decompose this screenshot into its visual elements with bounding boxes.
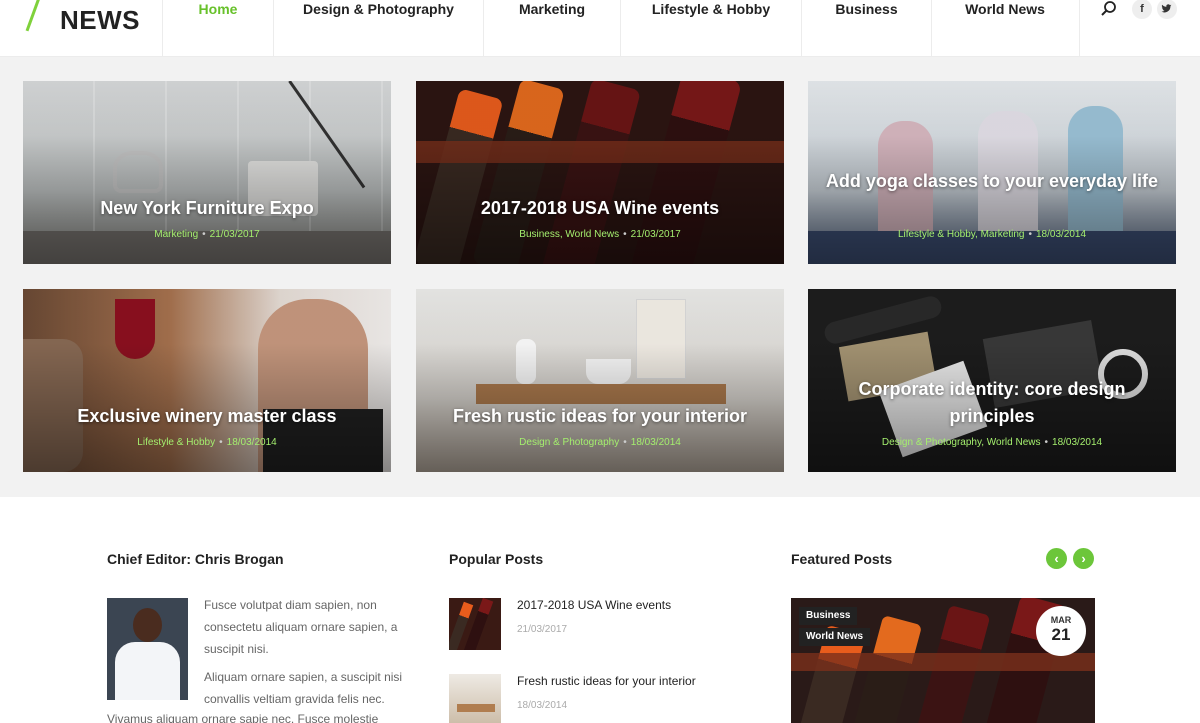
card-title[interactable]: Fresh rustic ideas for your interior [426,403,774,430]
card-date[interactable]: 18/03/2014 [1036,229,1086,240]
badge-day: 21 [1051,625,1071,644]
nav-item-lifestyle-hobby[interactable]: Lifestyle & Hobby [620,0,801,57]
nav-label: Business [835,1,898,17]
nav-item-home[interactable]: Home [162,0,273,57]
card-date[interactable]: 18/03/2014 [1052,437,1102,448]
meta-separator: • [219,437,223,448]
nav-label: Design & Photography [303,1,454,17]
card-categories[interactable]: Lifestyle & Hobby, Marketing [898,229,1025,240]
site-header: seven NEWS Home Design & Photography Mar… [0,0,1200,57]
prev-arrow-button[interactable]: ‹ [1046,548,1067,569]
card-date[interactable]: 18/03/2014 [631,437,681,448]
twitter-glyph [1161,4,1172,13]
popular-thumb-wine[interactable] [449,598,501,650]
popular-post-date[interactable]: 21/03/2017 [517,624,567,635]
meta-separator: • [623,229,627,240]
facebook-icon[interactable]: f [1132,0,1152,19]
card-meta: Design & Photography, World News • 18/03/2… [808,437,1176,449]
search-icon[interactable] [1100,0,1118,18]
avatar-shirt [115,642,180,700]
meta-separator: • [623,437,627,448]
logo-bottom-text: NEWS [60,5,140,35]
thumb-tray [457,704,495,712]
card-categories[interactable]: Marketing [154,229,198,240]
nav-label: Marketing [518,1,586,17]
card-categories[interactable]: Lifestyle & Hobby [137,437,215,448]
nav-label: Lifestyle & Hobby [651,1,771,17]
post-card-yoga-classes[interactable]: Add yoga classes to your everyday life L… [808,81,1176,264]
nav-item-marketing[interactable]: Marketing [483,0,620,57]
meta-separator: • [1044,437,1049,448]
meta-separator: • [202,229,206,240]
card-meta: Marketing • 21/03/2017 [23,229,391,241]
popular-thumb-rustic[interactable] [449,674,501,723]
meta-separator: • [1028,229,1032,240]
card-categories[interactable]: Design & Photography, World News [882,437,1041,448]
card-meta: Lifestyle & Hobby • 18/03/2014 [23,437,391,449]
editor-bio-2: Aliquam ornare sapien, a suscipit nisi c… [204,670,403,706]
popular-post-title[interactable]: Fresh rustic ideas for your interior [517,674,696,688]
logo-slash [25,0,42,32]
nav-label: World News [965,1,1045,17]
card-meta: Business, World News • 21/03/2017 [416,229,784,241]
editor-avatar [107,598,188,700]
card-title[interactable]: 2017-2018 USA Wine events [426,195,774,222]
nav-divider [1079,0,1080,57]
card-date[interactable]: 18/03/2014 [227,437,277,448]
editor-bio-3: Vivamus aliquam ornare sapie nec. Fusce … [107,712,379,723]
card-title[interactable]: Exclusive winery master class [33,403,381,430]
post-card-corporate-identity[interactable]: Corporate identity: core design principl… [808,289,1176,472]
card-date[interactable]: 21/03/2017 [631,229,681,240]
card-categories[interactable]: Design & Photography [519,437,619,448]
card-title[interactable]: New York Furniture Expo [33,195,381,222]
nav-item-world-news[interactable]: World News [931,0,1078,57]
avatar-head [133,608,162,642]
editor-bio-1: Fusce volutpat diam sapien, non consecte… [204,598,398,656]
card-meta: Lifestyle & Hobby, Marketing • 18/03/2014 [808,229,1176,241]
card-meta: Design & Photography • 18/03/2014 [416,437,784,449]
popular-posts-heading: Popular Posts [449,551,544,567]
post-card-rustic-ideas[interactable]: Fresh rustic ideas for your interior Des… [416,289,784,472]
featured-tag-world-news[interactable]: World News [799,628,871,646]
badge-month: MAR [1050,615,1072,625]
post-card-usa-wine-events[interactable]: 2017-2018 USA Wine events Business, Worl… [416,81,784,264]
twitter-icon[interactable] [1157,0,1177,19]
main-nav: Home Design & Photography Marketing Life… [162,0,1078,57]
card-categories[interactable]: Business, World News [519,229,619,240]
popular-post-date[interactable]: 18/03/2014 [517,700,567,711]
facebook-glyph: f [1140,3,1144,15]
featured-date-badge: MAR 21 [1036,606,1086,656]
post-card-winery-master-class[interactable]: Exclusive winery master class Lifestyle … [23,289,391,472]
nav-item-design-photography[interactable]: Design & Photography [273,0,483,57]
featured-posts-heading: Featured Posts [791,551,893,567]
popular-post-title[interactable]: 2017-2018 USA Wine events [517,598,671,612]
feat-rack [791,653,1095,671]
featured-tag-business[interactable]: Business [799,607,858,625]
nav-item-business[interactable]: Business [801,0,931,57]
card-title[interactable]: Add yoga classes to your everyday life [818,168,1166,195]
card-title[interactable]: Corporate identity: core design principl… [818,376,1166,430]
nav-label: Home [198,1,238,17]
site-logo[interactable]: seven NEWS [25,0,158,46]
chief-editor-heading: Chief Editor: Chris Brogan [107,551,284,567]
next-arrow-button[interactable]: › [1073,548,1094,569]
post-card-furniture-expo[interactable]: New York Furniture Expo Marketing • 21/03/… [23,81,391,264]
card-date[interactable]: 21/03/2017 [210,229,260,240]
